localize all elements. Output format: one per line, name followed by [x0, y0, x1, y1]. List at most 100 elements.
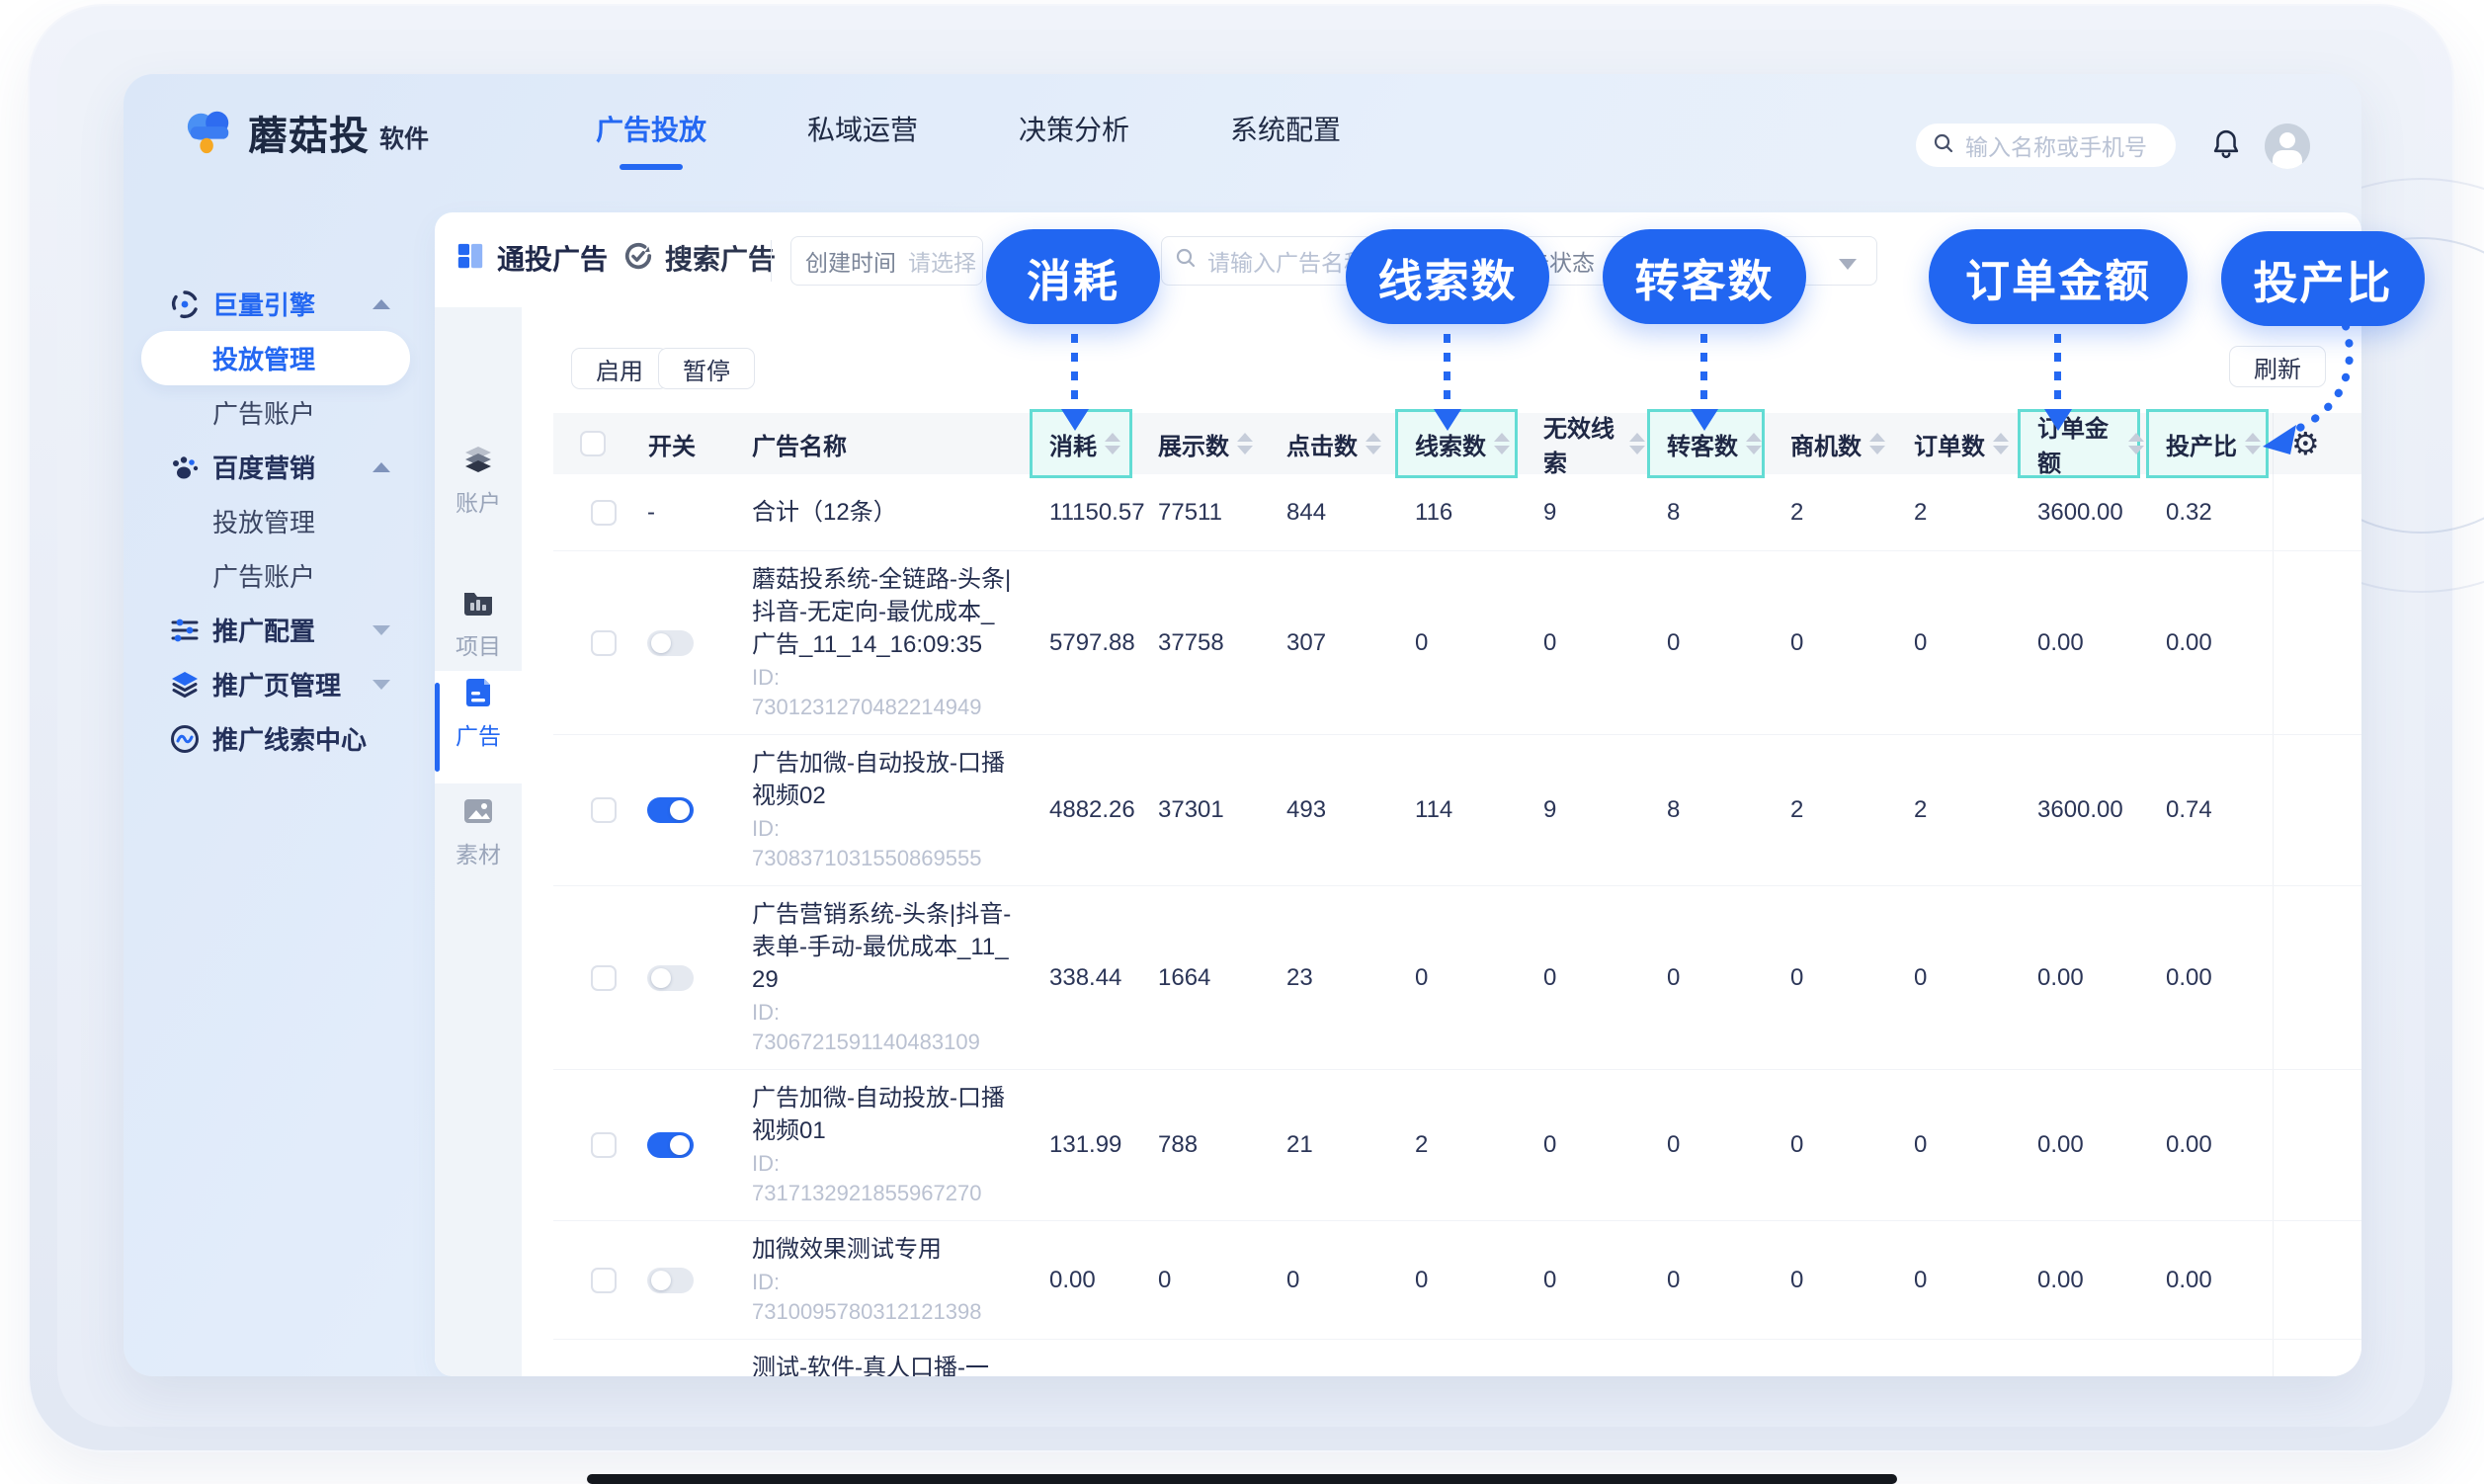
entity-tab-广告[interactable]: 广告	[435, 671, 522, 783]
nav-item-私域运营[interactable]: 私域运营	[807, 95, 918, 162]
sort-up-icon	[1494, 433, 1510, 442]
sidebar-item-推广线索中心[interactable]: 推广线索中心	[141, 711, 410, 766]
chevron-down-icon	[1839, 259, 1857, 270]
sort-down-icon	[1494, 446, 1510, 454]
sidebar-item-广告账户[interactable]: 广告账户	[141, 548, 410, 603]
ad-name-cell: 测试-软件-真人口播-一步-cz-5.17-小程序ID: 72340854401…	[736, 1340, 1028, 1376]
tab-搜索广告[interactable]: 搜索广告	[623, 238, 776, 278]
avatar-body	[2273, 150, 2302, 169]
entity-tab-label: 项目	[435, 627, 522, 661]
enable-button[interactable]: 启用	[571, 348, 668, 389]
column-header-订单金额: 订单金额	[2016, 413, 2144, 474]
sidebar-item-百度营销[interactable]: 百度营销	[141, 440, 410, 494]
entity-tab-素材[interactable]: 素材	[435, 789, 522, 880]
table-row: 广告加微-自动投放-口播视频02ID: 73083710315508695554…	[553, 735, 2361, 886]
sort-icon[interactable]	[1993, 433, 2009, 454]
row-toggle[interactable]	[647, 1268, 694, 1293]
row-switch-cell: -	[632, 499, 736, 527]
sort-icon[interactable]	[1366, 433, 1381, 454]
sort-down-icon	[1993, 446, 2009, 454]
metric-cell: 0.00	[2016, 964, 2144, 992]
sort-icon[interactable]	[2128, 433, 2144, 454]
sort-icon[interactable]	[1629, 433, 1645, 454]
sort-icon[interactable]	[1494, 433, 1510, 454]
global-search-placeholder: 输入名称或手机号	[1965, 128, 2147, 162]
table-row: 广告营销系统-头条|抖音-表单-手动-最优成本_11_29ID: 7306721…	[553, 886, 2361, 1070]
tab-通投广告[interactable]: 通投广告	[455, 238, 608, 278]
nav-item-广告投放[interactable]: 广告投放	[596, 95, 706, 162]
entity-tab-账户[interactable]: 账户	[435, 438, 522, 529]
column-label: 无效线索	[1543, 409, 1621, 478]
sidebar-item-投放管理[interactable]: 投放管理	[141, 331, 410, 385]
row-checkbox-cell	[553, 630, 632, 656]
column-header-点击数: 点击数	[1265, 413, 1393, 474]
settings-column-spacer	[2273, 474, 2361, 550]
arrow-head-icon	[2044, 409, 2072, 431]
toggle-knob	[651, 633, 671, 653]
sidebar-item-巨量引擎[interactable]: 巨量引擎	[141, 277, 410, 331]
sort-up-icon	[1746, 433, 1762, 442]
ad-name-cell: 广告营销系统-头条|抖音-表单-手动-最优成本_11_29ID: 7306721…	[736, 886, 1028, 1069]
notification-bell-icon[interactable]	[2211, 128, 2241, 165]
metric-cell: 23	[1265, 964, 1393, 992]
row-toggle[interactable]	[647, 965, 694, 991]
create-time-label: 创建时间	[805, 244, 896, 278]
row-checkbox[interactable]	[591, 965, 617, 991]
row-switch-cell	[632, 965, 736, 991]
metric-cell: 8	[1645, 796, 1769, 824]
dotted-arrow-icon	[1071, 334, 1078, 407]
row-switch-cell	[632, 1268, 736, 1293]
metric-cell: 4882.26	[1028, 796, 1136, 824]
pause-button[interactable]: 暂停	[658, 348, 755, 389]
select-all-checkbox[interactable]	[580, 431, 606, 456]
sort-icon[interactable]	[1105, 433, 1120, 454]
ad-id: ID: 7301231270482214949	[752, 663, 1014, 722]
chevron-up-icon	[373, 462, 390, 472]
metric-cell: 0	[1393, 629, 1522, 657]
row-checkbox[interactable]	[591, 1132, 617, 1158]
arrow-head-icon	[1691, 409, 1718, 431]
metric-cell: 2	[1892, 796, 2016, 824]
sidebar-item-推广配置[interactable]: 推广配置	[141, 603, 410, 657]
ad-name: 测试-软件-真人口播-一步-cz-5.17-小程序	[752, 1352, 1014, 1376]
row-checkbox[interactable]	[591, 500, 617, 526]
ad-name: 广告营销系统-头条|抖音-表单-手动-最优成本_11_29	[752, 898, 1014, 996]
metric-cell: 0.32	[2144, 499, 2273, 527]
column-header-无效线索: 无效线索	[1522, 413, 1645, 474]
row-toggle[interactable]	[647, 1132, 694, 1158]
sort-icon[interactable]	[1746, 433, 1762, 454]
nav-item-决策分析[interactable]: 决策分析	[1019, 95, 1129, 162]
arrow-head-icon	[1434, 409, 1461, 431]
user-avatar[interactable]	[2265, 124, 2310, 169]
row-checkbox-cell	[553, 1268, 632, 1293]
entity-tab-项目[interactable]: 项目	[435, 581, 522, 672]
metric-cell: 9	[1522, 796, 1645, 824]
nav-item-系统配置[interactable]: 系统配置	[1230, 95, 1341, 162]
sort-icon[interactable]	[1869, 433, 1885, 454]
sidebar-item-label: 推广线索中心	[212, 720, 367, 757]
sort-up-icon	[1105, 433, 1120, 442]
settings-column-spacer	[2273, 886, 2361, 1069]
sidebar-item-广告账户[interactable]: 广告账户	[141, 385, 410, 440]
row-checkbox-cell	[553, 965, 632, 991]
sort-icon[interactable]	[1237, 433, 1253, 454]
metric-cell: 131.99	[1028, 1131, 1136, 1159]
row-toggle[interactable]	[647, 797, 694, 823]
global-search-input[interactable]: 输入名称或手机号	[1916, 124, 2176, 167]
metric-cell: 21	[1265, 1131, 1393, 1159]
row-checkbox[interactable]	[591, 630, 617, 656]
create-time-filter[interactable]: 创建时间 请选择	[790, 236, 983, 286]
metric-cell: 0	[1136, 1267, 1265, 1294]
sidebar: 巨量引擎投放管理广告账户百度营销投放管理广告账户推广配置推广页管理推广线索中心	[141, 277, 410, 766]
metric-cell: 2	[1393, 1131, 1522, 1159]
row-checkbox[interactable]	[591, 1268, 617, 1293]
row-toggle[interactable]	[647, 630, 694, 656]
ad-id: ID: 7310095780312121398	[752, 1268, 1014, 1327]
sort-up-icon	[1366, 433, 1381, 442]
row-checkbox[interactable]	[591, 797, 617, 823]
metric-cell: 0	[1769, 1267, 1892, 1294]
sidebar-item-投放管理[interactable]: 投放管理	[141, 494, 410, 548]
metric-cell: 0	[1645, 629, 1769, 657]
sidebar-item-推广页管理[interactable]: 推广页管理	[141, 657, 410, 711]
metric-cell: 5797.88	[1028, 629, 1136, 657]
